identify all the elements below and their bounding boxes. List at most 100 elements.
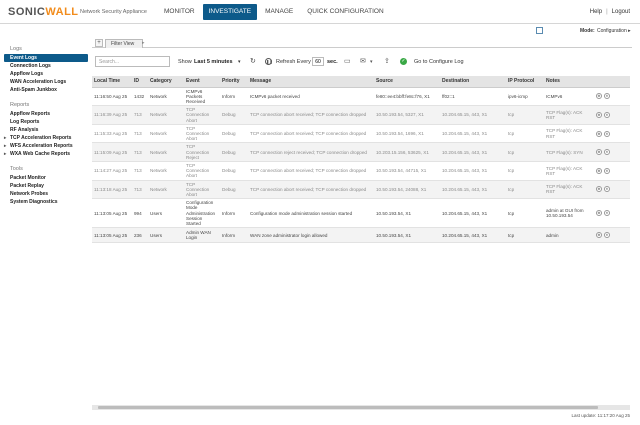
sidebar-item-log-reports[interactable]: Log Reports	[0, 118, 88, 126]
scrollbar-thumb[interactable]	[98, 406, 598, 409]
cell-event: ICMPv6 Packets Received	[184, 87, 220, 107]
table-row[interactable]: 11:13:05 Aug 25 236 Users Admin WAN Login In…	[92, 227, 630, 244]
sidebar-item-appflow-logs[interactable]: Appflow Logs	[0, 70, 88, 78]
sidebar-item-system-diagnostics[interactable]: System Diagnostics	[0, 198, 88, 206]
cell-destination: 10.204.65.15, 443, X1	[440, 124, 506, 144]
nav-investigate[interactable]: INVESTIGATE	[202, 4, 258, 20]
cell-id: 236	[132, 227, 148, 244]
cell-message: Configuration mode administration sessio…	[248, 198, 374, 229]
refresh-icon[interactable]: ↻	[250, 58, 256, 65]
table-row[interactable]: 11:16:50 Aug 25 1432 Network ICMPv6 Packets…	[92, 87, 630, 107]
close-icon[interactable]: ✕	[604, 93, 610, 100]
table-row[interactable]: 11:13:05 Aug 25 994 Users Configuration Mod…	[92, 198, 630, 229]
table-row[interactable]: 11:15:09 Aug 25 713 Network TCP Connection …	[92, 142, 630, 162]
nav-monitor[interactable]: MONITOR	[158, 4, 201, 20]
column-header-event[interactable]: Event	[184, 76, 220, 88]
filter-icon[interactable]: ⊕	[596, 111, 602, 118]
sidebar-item-tcp-acceleration-reports[interactable]: ▸ TCP Acceleration Reports	[0, 134, 88, 142]
horizontal-scrollbar[interactable]	[92, 405, 630, 410]
sidebar-item-anti-spam-junkbox[interactable]: Anti-Spam Junkbox	[0, 86, 88, 94]
close-icon[interactable]: ✕	[604, 232, 610, 239]
sidebar-item-appflow-reports[interactable]: Appflow Reports	[0, 110, 88, 118]
close-icon[interactable]: ✕	[604, 130, 610, 137]
filter-icon[interactable]: ⊕	[596, 167, 602, 174]
cell-source: 10.50.193.54, 44715, X1	[374, 161, 440, 181]
column-header-local-time[interactable]: Local Time	[92, 76, 132, 88]
main-content: + Filter View ▸ Show Last 5 minutes ▾ ↻ …	[92, 38, 632, 423]
export-icon[interactable]: ⇪	[384, 58, 390, 65]
sidebar-item-packet-replay[interactable]: Packet Replay	[0, 182, 88, 190]
filter-icon[interactable]: ⊕	[596, 232, 602, 239]
cell-destination: 10.204.65.15, 443, X1	[440, 180, 506, 200]
sidebar-item-network-probes[interactable]: Network Probes	[0, 190, 88, 198]
add-tab-button[interactable]: +	[95, 39, 103, 47]
column-header-id[interactable]: ID	[132, 76, 148, 88]
sonicwall-logo[interactable]: SONICWALL	[8, 6, 79, 18]
log-toolbar: Show Last 5 minutes ▾ ↻ ❚❚ Refresh Every…	[92, 55, 632, 69]
sidebar-item-wxa-web-cache-reports[interactable]: ▸ WXA Web Cache Reports	[0, 150, 88, 158]
close-icon[interactable]: ✕	[604, 167, 610, 174]
filter-icon[interactable]: ⊕	[596, 149, 602, 156]
table-row[interactable]: 11:14:27 Aug 25 713 Network TCP Connection …	[92, 161, 630, 181]
table-row[interactable]: 11:15:33 Aug 25 713 Network TCP Connection …	[92, 124, 630, 144]
monitor-icon[interactable]: ▭	[344, 58, 351, 65]
sidebar-section-tools: Tools	[10, 166, 23, 172]
cell-id: 713	[132, 105, 148, 125]
last-update-text: Last update: 11:17:20 Aug 25	[571, 413, 630, 418]
sidebar-item-wfs-acceleration-reports[interactable]: ▸ WFS Acceleration Reports	[0, 142, 88, 150]
sidebar-item-event-logs[interactable]: Event Logs	[4, 54, 88, 62]
main-nav: MONITOR INVESTIGATE MANAGE QUICK CONFIGU…	[158, 4, 390, 20]
column-header-category[interactable]: Category	[148, 76, 184, 88]
search-input[interactable]	[95, 56, 170, 67]
column-header-source[interactable]: Source	[374, 76, 440, 88]
cell-ip-protocol: tcp	[506, 161, 544, 181]
nav-manage[interactable]: MANAGE	[259, 4, 299, 20]
table-row[interactable]: 11:16:39 Aug 25 713 Network TCP Connection …	[92, 105, 630, 125]
chevron-down-icon[interactable]: ▾	[370, 59, 373, 66]
cell-local-time: 11:13:05 Aug 25	[92, 227, 132, 244]
close-icon[interactable]: ✕	[604, 149, 610, 156]
filter-icon[interactable]: ⊕	[596, 210, 602, 217]
sidebar-item-wan-acceleration-logs[interactable]: WAN Acceleration Logs	[0, 78, 88, 86]
cell-actions: ⊕ ✕	[594, 180, 630, 200]
column-header-destination[interactable]: Destination	[440, 76, 506, 88]
filter-icon[interactable]: ⊕	[596, 186, 602, 193]
window-icon[interactable]	[536, 27, 543, 34]
filter-icon[interactable]: ⊕	[596, 130, 602, 137]
check-icon[interactable]: ✓	[400, 58, 407, 65]
close-icon[interactable]: ✕	[604, 210, 610, 217]
pause-icon[interactable]: ❚❚	[265, 58, 273, 65]
sidebar-item-packet-monitor[interactable]: Packet Monitor	[0, 174, 88, 182]
period-select[interactable]: Last 5 minutes	[194, 59, 233, 65]
cell-category: Network	[148, 180, 184, 200]
column-header-priority[interactable]: Priority	[220, 76, 248, 88]
cell-source: 10.50.193.54, 5327, X1	[374, 105, 440, 125]
cell-actions: ⊕ ✕	[594, 227, 630, 244]
mode-selector[interactable]: Configuration ▸	[597, 28, 631, 34]
cell-priority: Inform	[220, 87, 248, 107]
filter-icon[interactable]: ⊕	[596, 93, 602, 100]
cell-category: Network	[148, 161, 184, 181]
tab-filter-view[interactable]: Filter View	[105, 39, 144, 48]
table-header-row: Local Time ID Category Event Priority Me…	[92, 76, 630, 88]
column-header-notes[interactable]: Notes	[544, 76, 594, 88]
go-to-configure-log-link[interactable]: Go to Configure Log	[414, 59, 464, 65]
close-icon[interactable]: ✕	[604, 186, 610, 193]
cell-event: Admin WAN Login	[184, 227, 220, 244]
cell-local-time: 11:15:33 Aug 25	[92, 124, 132, 144]
refresh-interval-input[interactable]	[312, 57, 324, 66]
sidebar: Logs Event Logs Connection Logs Appflow …	[0, 42, 88, 206]
help-link[interactable]: Help	[590, 9, 602, 15]
column-header-message[interactable]: Message	[248, 76, 374, 88]
tab-arrow-icon[interactable]: ▸	[142, 40, 145, 46]
sidebar-item-rf-analysis[interactable]: RF Analysis	[0, 126, 88, 134]
cell-notes: TCP Flag(s): ACK RST	[544, 105, 594, 125]
close-icon[interactable]: ✕	[604, 111, 610, 118]
sidebar-item-connection-logs[interactable]: Connection Logs	[0, 62, 88, 70]
chevron-down-icon[interactable]: ▾	[238, 59, 241, 65]
column-header-ip-protocol[interactable]: IP Protocol	[506, 76, 544, 88]
nav-quick-configuration[interactable]: QUICK CONFIGURATION	[301, 4, 389, 20]
table-row[interactable]: 11:13:18 Aug 25 713 Network TCP Connection …	[92, 180, 630, 200]
email-icon[interactable]: ✉	[360, 58, 366, 65]
logout-link[interactable]: Logout	[612, 9, 630, 15]
